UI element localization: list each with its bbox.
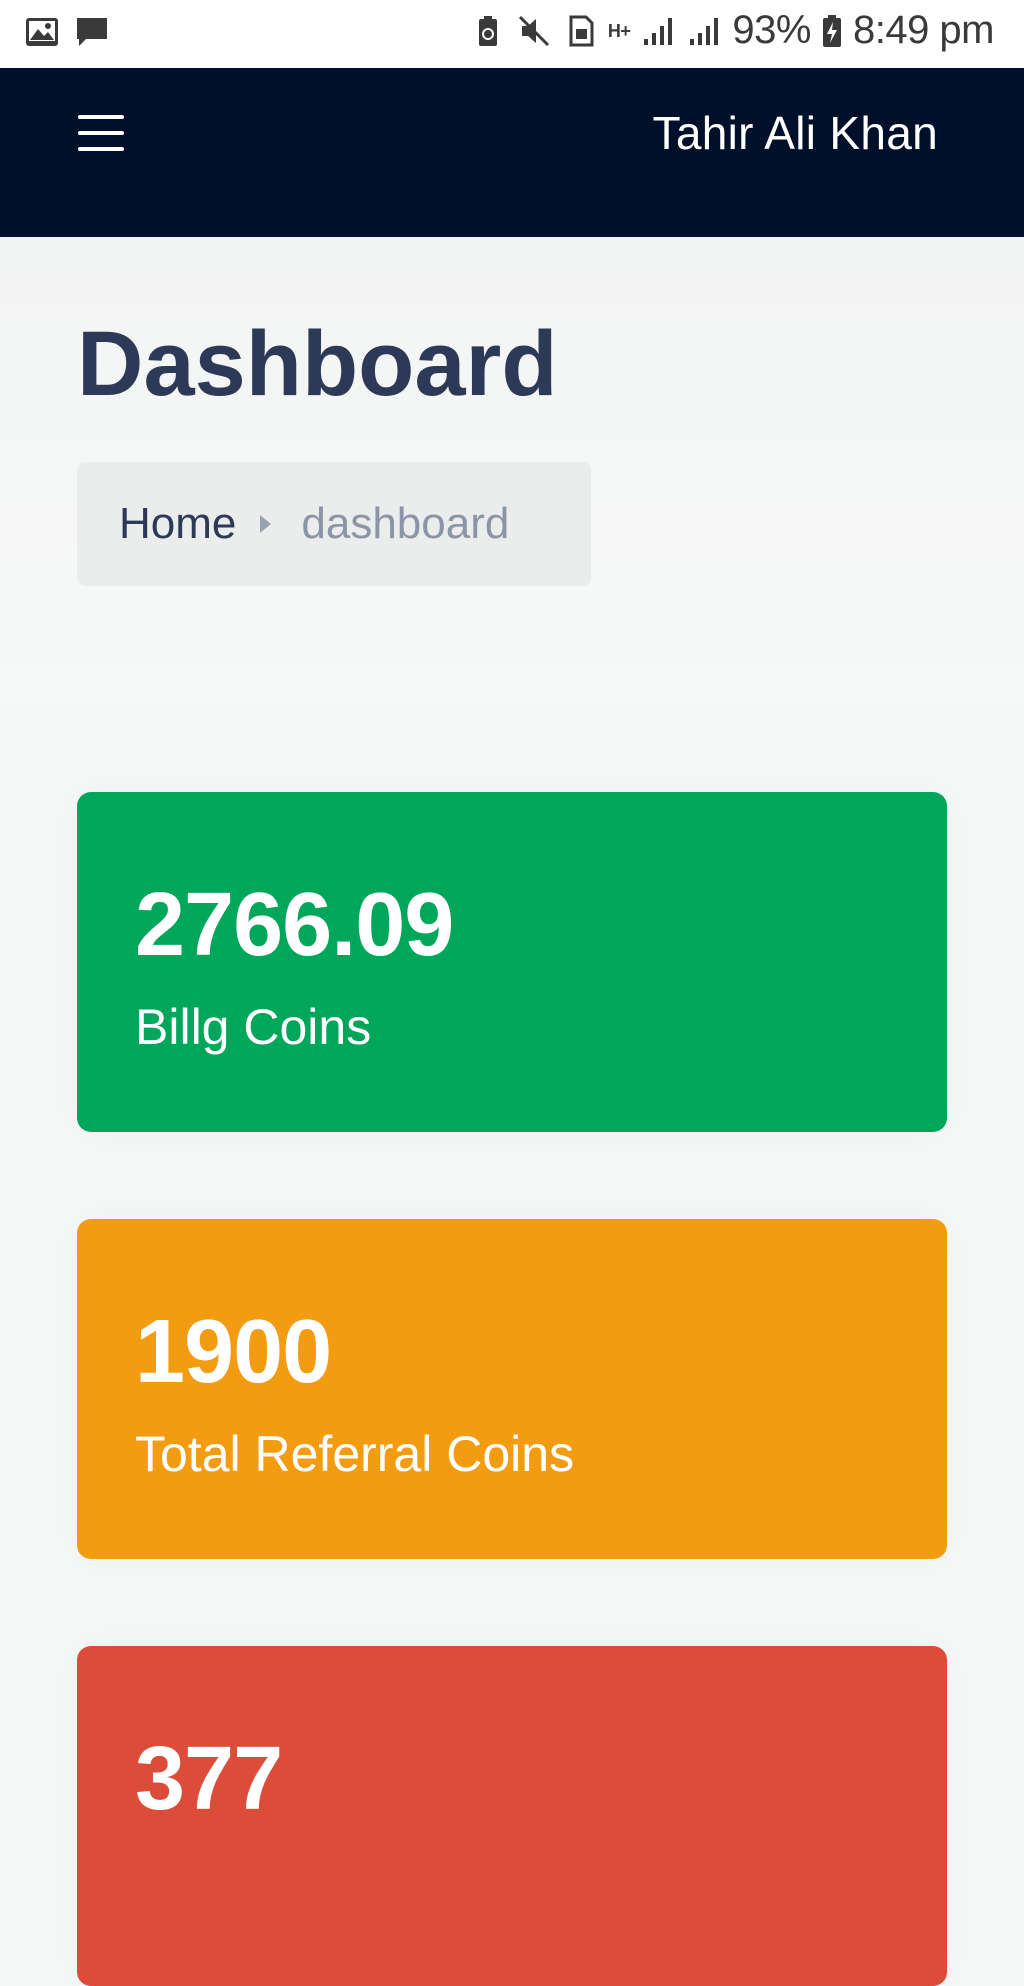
sim-icon bbox=[569, 15, 594, 46]
signal-icon bbox=[644, 17, 673, 45]
billg-coins-card[interactable]: 2766.09 Billg Coins bbox=[77, 792, 947, 1132]
user-name[interactable]: Tahir Ali Khan bbox=[653, 106, 938, 160]
message-icon bbox=[77, 18, 107, 46]
page-title: Dashboard bbox=[77, 313, 558, 415]
battery-percentage: 93% bbox=[732, 8, 811, 52]
top-navbar: Tahir Ali Khan bbox=[0, 68, 1024, 237]
breadcrumb-home-link[interactable]: Home bbox=[119, 499, 236, 549]
card-value: 1900 bbox=[135, 1302, 332, 1402]
third-stat-card[interactable]: 377 bbox=[77, 1646, 947, 1986]
mute-icon bbox=[518, 15, 549, 46]
page-header: Dashboard Home dashboard bbox=[0, 237, 1024, 707]
gallery-icon bbox=[26, 18, 58, 46]
battery-saver-icon bbox=[478, 15, 497, 46]
hamburger-menu-icon[interactable] bbox=[78, 113, 124, 153]
breadcrumb-current: dashboard bbox=[301, 499, 510, 548]
signal-icon bbox=[690, 17, 719, 45]
status-bar: H+ 93% 8:49 pm bbox=[0, 0, 1024, 68]
card-label: Total Referral Coins bbox=[135, 1426, 575, 1482]
battery-icon bbox=[822, 14, 841, 47]
breadcrumb: Home dashboard bbox=[77, 462, 591, 586]
referral-coins-card[interactable]: 1900 Total Referral Coins bbox=[77, 1219, 947, 1559]
main-content: Dashboard Home dashboard 2766.09 Billg C… bbox=[0, 237, 1024, 1986]
network-type: H+ bbox=[607, 20, 631, 41]
chevron-right-icon bbox=[260, 515, 272, 533]
card-value: 377 bbox=[135, 1729, 283, 1829]
card-value: 2766.09 bbox=[135, 875, 454, 975]
card-label: Billg Coins bbox=[135, 999, 372, 1055]
clock: 8:49 pm bbox=[852, 8, 995, 52]
